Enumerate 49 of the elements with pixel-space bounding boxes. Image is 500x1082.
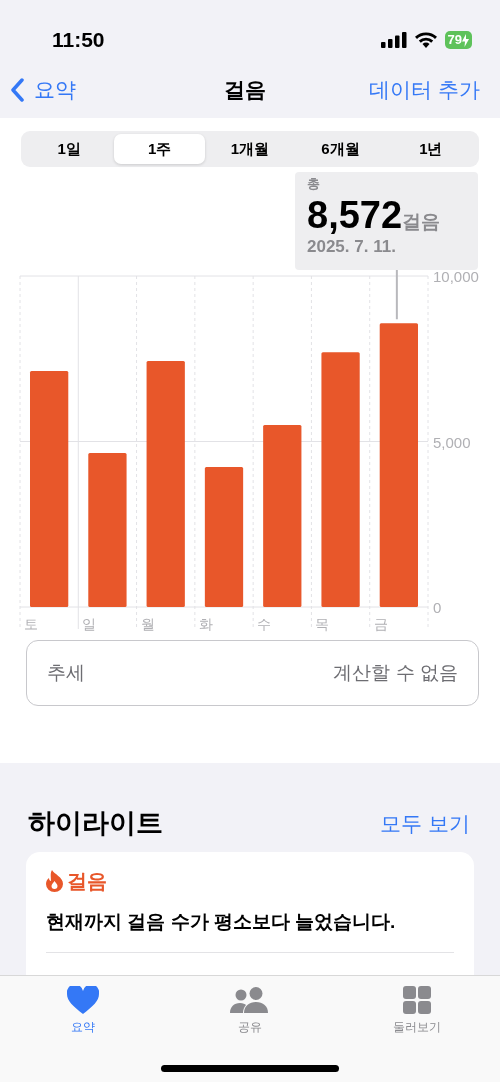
page-title: 걸음 [224, 77, 266, 104]
grid-icon [402, 986, 431, 1014]
heart-icon [67, 986, 100, 1014]
wifi-icon [414, 32, 437, 48]
highlight-text: 현재까지 걸음 수가 평소보다 늘었습니다. [46, 907, 454, 953]
step-total: 8,572 [307, 194, 403, 236]
unit-label: 걸음 [402, 211, 441, 232]
axis-label: 토 [24, 616, 38, 632]
back-button[interactable]: 요약 [10, 74, 76, 106]
period-tab[interactable]: 6개월 [295, 134, 386, 164]
flame-icon [46, 869, 63, 892]
axis-label: 10,000 [433, 270, 479, 285]
charging-icon [462, 33, 469, 47]
axis-label: 일 [82, 616, 97, 632]
highlight-card[interactable]: 걸음 현재까지 걸음 수가 평소보다 늘었습니다. [26, 851, 474, 975]
bar[interactable] [146, 361, 185, 607]
axis-label: 금 [373, 616, 388, 632]
bar[interactable] [88, 453, 127, 607]
people-icon [230, 986, 270, 1014]
back-icon [10, 78, 24, 102]
axis-label: 월 [140, 616, 155, 632]
status-time: 11:50 [52, 27, 105, 54]
see-all-link[interactable]: 모두 보기 [380, 807, 470, 839]
tooltip-date: 2025. 7. 11. [307, 237, 397, 257]
axis-label: 화 [198, 616, 213, 632]
tab-bar-item[interactable]: 공유 [166, 985, 334, 1037]
axis-label: 수 [257, 616, 272, 632]
add-data-button[interactable]: 데이터 추가 [369, 74, 480, 106]
trend-value: 계산할 수 없음 [333, 660, 458, 685]
bar[interactable] [263, 424, 302, 607]
trend-label: 추세 [47, 660, 85, 685]
period-tab[interactable]: 1일 [24, 134, 115, 164]
bar[interactable] [321, 352, 360, 607]
axis-label: 5,000 [433, 433, 471, 451]
signal-icon [380, 32, 407, 48]
period-tab[interactable]: 1년 [385, 134, 477, 164]
bar[interactable] [30, 371, 69, 607]
axis-label: 0 [433, 599, 442, 616]
period-tab[interactable]: 1개월 [204, 134, 296, 164]
axis-label: 목 [315, 616, 330, 632]
section-title: 하이라이트 [28, 807, 163, 840]
leader-line [395, 270, 398, 321]
bar[interactable] [379, 323, 418, 607]
battery-indicator: 79 [444, 31, 472, 49]
highlight-category: 걸음 [67, 868, 107, 894]
bar[interactable] [204, 467, 244, 607]
period-tab[interactable]: 1주 [114, 134, 205, 164]
tooltip-label: 총 [307, 175, 321, 193]
tab-bar-item[interactable]: 요약 [0, 985, 167, 1037]
